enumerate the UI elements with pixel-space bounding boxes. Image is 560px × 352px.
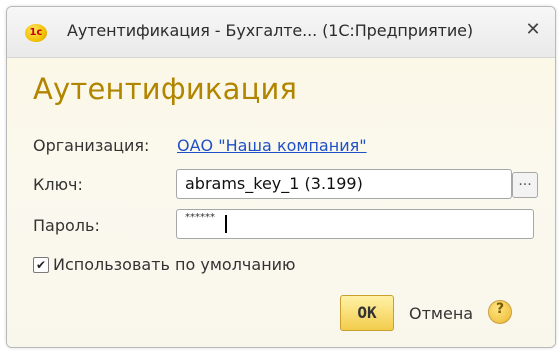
cancel-button[interactable]: Отмена [409,304,473,323]
password-field[interactable]: ****** [176,209,534,239]
1c-logo-icon: 1c [25,24,47,42]
use-default-checkbox[interactable]: ✔ [33,257,49,273]
help-icon[interactable]: ? [488,300,512,324]
ok-button[interactable]: OK [340,295,394,331]
password-label: Пароль: [33,216,100,235]
key-label: Ключ: [33,175,83,194]
key-value: abrams_key_1 (3.199) [185,174,363,193]
password-value: ****** [185,212,215,223]
text-cursor [225,215,227,233]
key-browse-button[interactable]: ... [512,172,538,198]
use-default-label[interactable]: Использовать по умолчанию [53,255,296,274]
organization-link[interactable]: ОАО "Наша компания" [177,136,367,155]
dialog-heading: Аутентификация [33,72,298,106]
auth-dialog: 1c Аутентификация - Бухгалте... (1С:Пред… [6,6,556,348]
close-button[interactable]: ✕ [521,18,545,42]
title-bar: 1c Аутентификация - Бухгалте... (1С:Пред… [7,7,555,58]
dialog-content: Аутентификация Организация: ОАО "Наша ко… [7,58,555,347]
organization-label: Организация: [33,136,150,155]
window-title: Аутентификация - Бухгалте... (1С:Предпри… [67,21,474,40]
key-field[interactable]: abrams_key_1 (3.199) [176,169,512,199]
